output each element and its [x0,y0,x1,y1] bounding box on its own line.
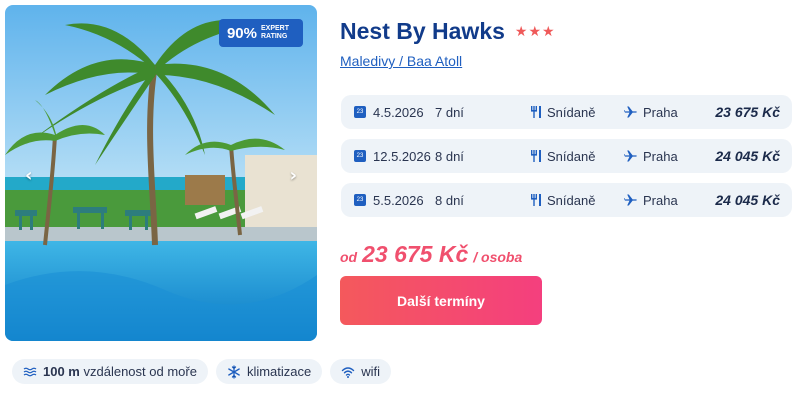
hotel-name[interactable]: Nest By Hawks [340,18,505,45]
term-duration: 8 dní [435,193,464,208]
hotel-photo[interactable]: 90% Expert rating ‹ › [5,5,317,341]
plane-icon [624,106,637,118]
amenity-list: 100 m vzdálenost od moře klimatizace wif… [12,359,392,384]
expert-rating-percent: 90% [226,24,257,42]
amenity-distance-label: vzdálenost od moře [83,364,197,379]
amenity-air-conditioning: klimatizace [215,359,323,384]
fork-knife-icon [531,106,541,118]
from-price-prefix: od [340,249,358,265]
hotel-photo-image [5,5,317,341]
hotel-stars: ★ ★ ★ [515,24,555,40]
hotel-location-link[interactable]: Maledivy / Baa Atoll [340,53,462,69]
term-date: 4.5.2026 [373,105,424,120]
term-date: 5.5.2026 [373,193,424,208]
term-meal: Snídaně [547,149,596,164]
plane-icon [624,194,637,206]
plane-icon [624,150,637,162]
star-icon: ★ [514,23,528,40]
term-meal: Snídaně [547,105,596,120]
term-departure-city: Praha [643,193,678,208]
star-icon: ★ [542,23,555,40]
fork-knife-icon [531,150,541,162]
amenity-wifi: wifi [330,359,392,384]
term-row[interactable]: 23 5.5.2026 8 dní Snídaně Praha 24 045 K… [341,183,792,217]
term-departure-city: Praha [643,105,678,120]
term-date: 12.5.2026 [373,149,431,164]
calendar-icon: 23 [354,150,366,162]
calendar-icon: 23 [354,106,366,118]
from-price-unit: / osoba [473,249,523,265]
term-price: 24 045 Kč [715,192,780,208]
term-price: 23 675 Kč [715,104,780,120]
gallery-prev-button[interactable]: ‹ [25,165,32,186]
amenity-beach-distance: 100 m vzdálenost od moře [12,359,208,384]
gallery-next-button[interactable]: › [290,165,297,186]
star-icon: ★ [528,23,542,40]
snowflake-icon [228,364,240,379]
expert-rating-label: Expert rating [261,25,290,40]
amenity-ac-label: klimatizace [246,364,312,379]
term-row[interactable]: 23 12.5.2026 8 dní Snídaně Praha 24 045 … [341,139,792,173]
amenity-distance-value: 100 m [43,364,80,379]
amenity-distance-text: 100 m vzdálenost od moře [43,364,197,379]
more-dates-button[interactable]: Další termíny [340,276,542,325]
term-price: 24 045 Kč [715,148,780,164]
from-price-amount: 23 675 Kč [362,241,469,267]
expert-rating-badge: 90% Expert rating [218,19,303,47]
fork-knife-icon [531,194,541,206]
term-departure-city: Praha [643,149,678,164]
from-price: od 23 675 Kč / osoba [340,241,522,268]
amenity-wifi-label: wifi [361,364,381,379]
term-list: 23 4.5.2026 7 dní Snídaně Praha 23 675 K… [341,95,792,227]
term-duration: 8 dní [435,149,464,164]
wifi-icon [342,366,355,378]
term-row[interactable]: 23 4.5.2026 7 dní Snídaně Praha 23 675 K… [341,95,792,129]
waves-icon [23,367,37,376]
term-meal: Snídaně [547,193,596,208]
hotel-header: Nest By Hawks ★ ★ ★ [340,18,555,45]
calendar-icon: 23 [354,194,366,206]
term-duration: 7 dní [435,105,464,120]
